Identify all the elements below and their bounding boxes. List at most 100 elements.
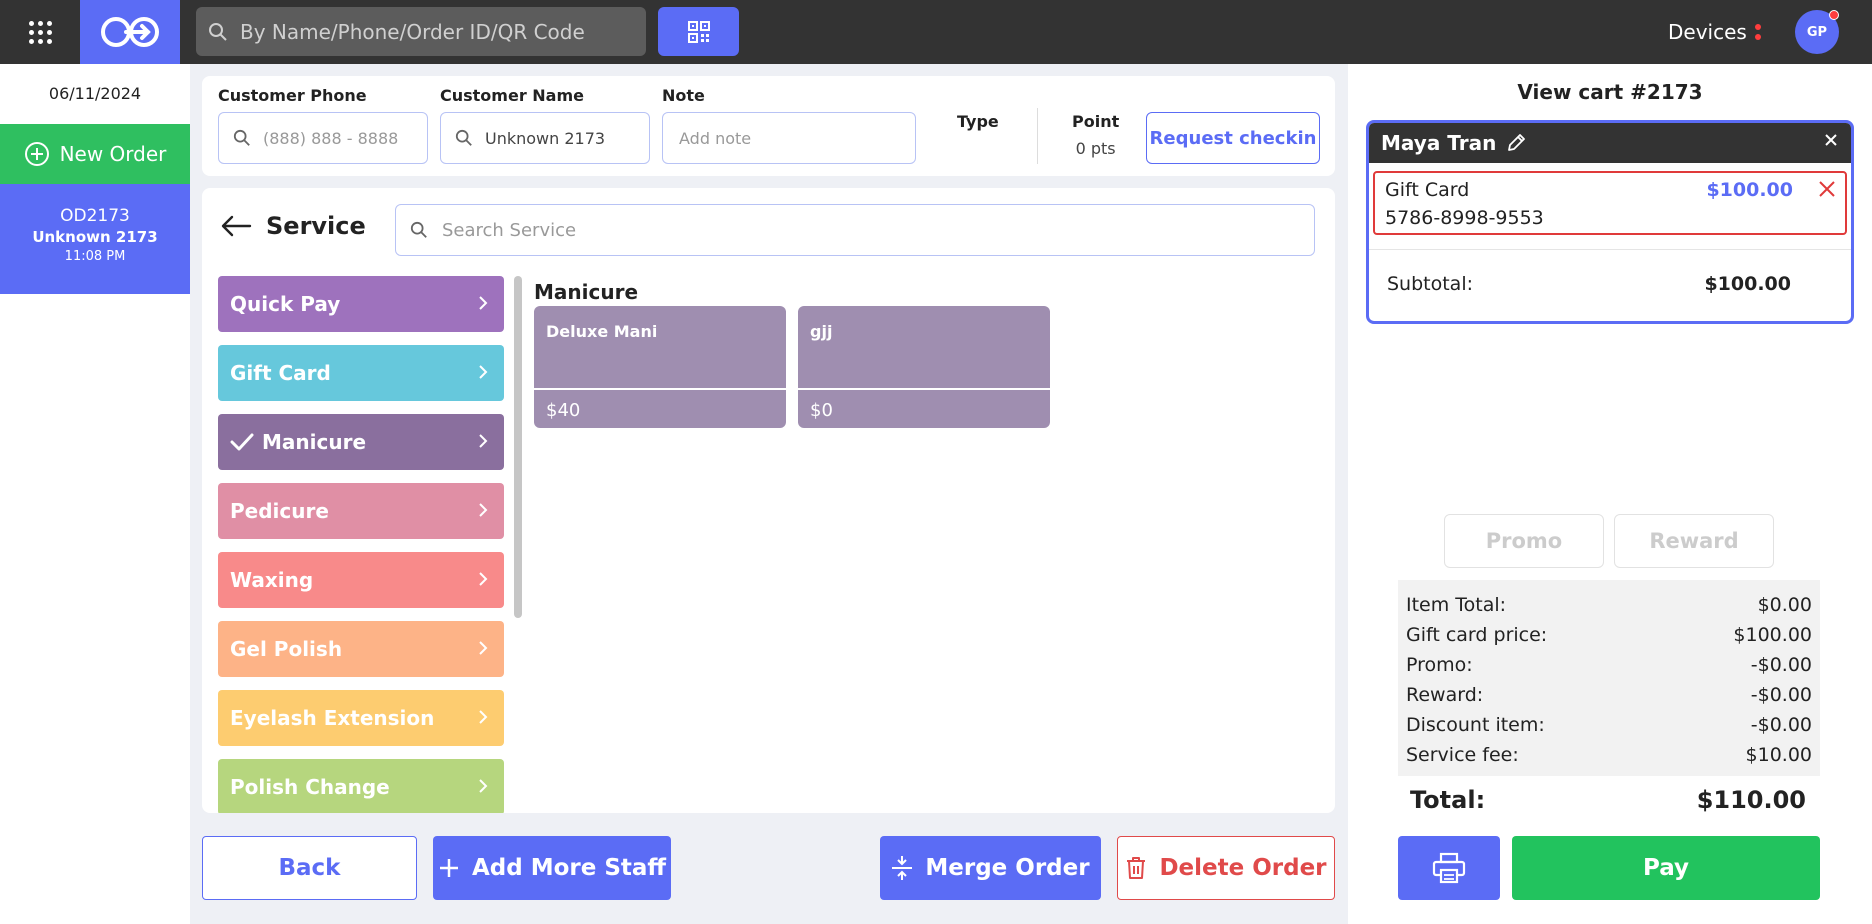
- plus-circle-icon: [24, 142, 49, 166]
- service-price: $0: [810, 400, 833, 421]
- service-name: Deluxe Mani: [546, 322, 658, 341]
- note-placeholder: Add note: [679, 128, 752, 148]
- apps-grid-icon: [28, 20, 52, 44]
- user-avatar[interactable]: GP: [1795, 10, 1839, 54]
- staff-cart-box: Maya Tran Gift Card 5786-8998-9553 $100.…: [1366, 120, 1854, 324]
- new-order-button[interactable]: New Order: [0, 124, 190, 184]
- printer-icon: [1432, 852, 1466, 884]
- customer-name-label: Customer Name: [440, 86, 584, 105]
- note-input[interactable]: Add note: [662, 112, 916, 164]
- category-label: Gel Polish: [230, 637, 343, 661]
- print-button[interactable]: [1398, 836, 1500, 900]
- summary-row: Item Total: $0.00: [1406, 590, 1812, 620]
- cart-item-price: $100.00: [1706, 179, 1793, 201]
- total-row: Total: $110.00: [1410, 786, 1806, 814]
- category-gift-card[interactable]: Gift Card: [218, 345, 504, 401]
- summary-value: -$0.00: [1750, 714, 1812, 736]
- service-name: gjj: [810, 322, 833, 341]
- pay-button[interactable]: Pay: [1512, 836, 1820, 900]
- service-search-input[interactable]: Search Service: [395, 204, 1315, 256]
- service-panel: Service Search Service Quick Pay Gift Ca…: [202, 188, 1335, 813]
- customer-phone-input[interactable]: (888) 888 - 8888: [218, 112, 428, 164]
- apps-grid-button[interactable]: [0, 0, 80, 64]
- delete-order-label: Delete Order: [1159, 855, 1327, 881]
- arrow-left-icon[interactable]: [220, 214, 252, 238]
- summary-value: -$0.00: [1750, 654, 1812, 676]
- qr-scan-button[interactable]: [658, 7, 739, 56]
- order-customer-name: Unknown 2173: [32, 228, 158, 246]
- category-eyelash-extension[interactable]: Eyelash Extension: [218, 690, 504, 746]
- summary-row: Service fee: $10.00: [1406, 740, 1812, 770]
- subtotal-value: $100.00: [1704, 273, 1791, 295]
- merge-order-label: Merge Order: [925, 855, 1090, 881]
- global-search-input[interactable]: By Name/Phone/Order ID/QR Code: [196, 7, 646, 56]
- promo-button[interactable]: Promo: [1444, 514, 1604, 568]
- search-icon: [455, 129, 472, 146]
- vertical-dots-icon: [1754, 24, 1761, 40]
- merge-order-button[interactable]: Merge Order: [880, 836, 1101, 900]
- type-label: Type: [957, 112, 999, 131]
- service-tile[interactable]: Deluxe Mani $40: [534, 306, 786, 428]
- cart-item-code: 5786-8998-9553: [1385, 207, 1544, 229]
- devices-menu[interactable]: Devices: [1668, 20, 1761, 44]
- category-label: Pedicure: [230, 499, 329, 523]
- summary-row: Promo: -$0.00: [1406, 650, 1812, 680]
- summary-label: Discount item:: [1406, 714, 1545, 736]
- total-label: Total:: [1410, 786, 1486, 814]
- global-search-placeholder: By Name/Phone/Order ID/QR Code: [240, 19, 585, 44]
- customer-name-input[interactable]: Unknown 2173: [440, 112, 650, 164]
- staff-header: Maya Tran: [1369, 123, 1851, 163]
- category-quick-pay[interactable]: Quick Pay: [218, 276, 504, 332]
- new-order-label: New Order: [59, 142, 167, 166]
- qr-code-icon: [687, 20, 710, 43]
- order-time: 11:08 PM: [64, 249, 126, 264]
- customer-panel: Customer Phone (888) 888 - 8888 Customer…: [202, 76, 1335, 176]
- chevron-right-icon: [479, 641, 488, 655]
- close-icon[interactable]: [1823, 132, 1839, 148]
- service-tile[interactable]: gjj $0: [798, 306, 1050, 428]
- reward-button[interactable]: Reward: [1614, 514, 1774, 568]
- category-polish-change[interactable]: Polish Change: [218, 759, 504, 813]
- summary-row: Discount item: -$0.00: [1406, 710, 1812, 740]
- summary-value: -$0.00: [1750, 684, 1812, 706]
- request-checkin-button[interactable]: Request checkin: [1146, 112, 1320, 164]
- back-button[interactable]: Back: [202, 836, 417, 900]
- subtotal-label: Subtotal:: [1387, 273, 1474, 295]
- chevron-right-icon: [479, 572, 488, 586]
- point-label: Point: [1072, 112, 1120, 131]
- merge-icon: [892, 856, 913, 880]
- summary-label: Item Total:: [1406, 594, 1507, 616]
- pencil-icon[interactable]: [1506, 133, 1526, 153]
- service-price: $40: [546, 400, 581, 421]
- order-id: OD2173: [60, 206, 130, 226]
- category-scrollbar[interactable]: [514, 276, 522, 618]
- search-icon: [209, 22, 227, 41]
- chevron-right-icon: [479, 434, 488, 448]
- tile-divider: [798, 388, 1050, 390]
- category-gel-polish[interactable]: Gel Polish: [218, 621, 504, 677]
- check-icon: [230, 433, 254, 451]
- chevron-right-icon: [479, 296, 488, 310]
- category-manicure[interactable]: Manicure: [218, 414, 504, 470]
- add-more-staff-button[interactable]: Add More Staff: [433, 836, 671, 900]
- category-waxing[interactable]: Waxing: [218, 552, 504, 608]
- summary-row: Reward: -$0.00: [1406, 680, 1812, 710]
- cart-item[interactable]: Gift Card 5786-8998-9553 $100.00: [1373, 171, 1847, 235]
- current-date: 06/11/2024: [48, 84, 142, 103]
- cart-panel: View cart #2173 Maya Tran Gift Card 5786…: [1348, 64, 1872, 924]
- category-label: Gift Card: [230, 361, 331, 385]
- link-logo-icon: [101, 17, 159, 47]
- point-value: 0 pts: [1075, 139, 1116, 158]
- total-value: $110.00: [1696, 786, 1806, 814]
- app-logo[interactable]: [80, 0, 180, 64]
- close-icon[interactable]: [1817, 179, 1837, 199]
- order-card[interactable]: OD2173 Unknown 2173 11:08 PM: [0, 184, 190, 294]
- summary-row: Gift card price: $100.00: [1406, 620, 1812, 650]
- category-pedicure[interactable]: Pedicure: [218, 483, 504, 539]
- avatar-initials: GP: [1806, 24, 1828, 40]
- delete-order-button[interactable]: Delete Order: [1117, 836, 1335, 900]
- add-staff-label: Add More Staff: [471, 855, 667, 881]
- staff-name: Maya Tran: [1381, 131, 1497, 155]
- note-label: Note: [662, 86, 705, 105]
- cart-item-name: Gift Card: [1385, 179, 1470, 201]
